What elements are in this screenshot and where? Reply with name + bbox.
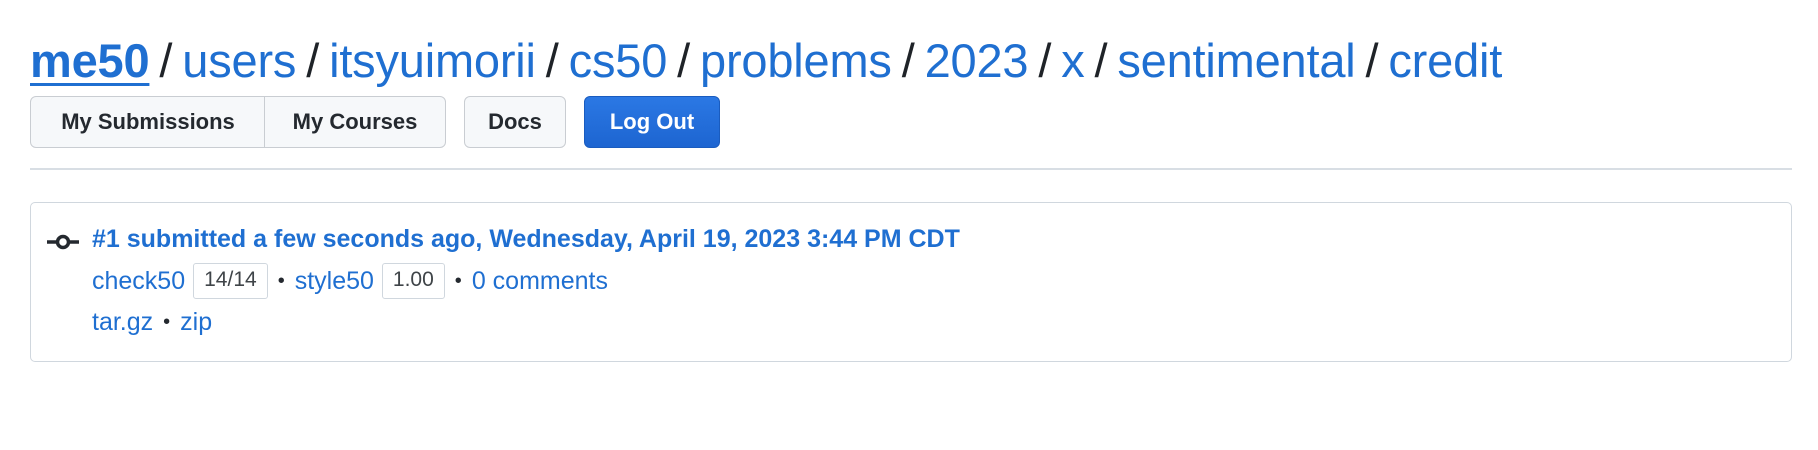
breadcrumb-separator: / [159,34,173,87]
check50-link[interactable]: check50 [92,263,185,299]
breadcrumb-separator: / [1038,34,1052,87]
divider [30,168,1792,170]
separator-dot: • [454,270,462,292]
breadcrumb-separator: / [306,34,320,87]
git-commit-icon [47,234,79,250]
breadcrumb-users[interactable]: users [182,34,296,87]
style50-link[interactable]: style50 [295,263,374,299]
download-targz-link[interactable]: tar.gz [92,304,153,340]
breadcrumb-separator: / [677,34,690,87]
breadcrumb-user[interactable]: itsyuimorii [329,34,536,87]
download-zip-link[interactable]: zip [180,304,212,340]
my-courses-button[interactable]: My Courses [264,96,446,148]
separator-dot: • [163,311,171,333]
log-out-button[interactable]: Log Out [584,96,720,148]
breadcrumb-course[interactable]: cs50 [569,34,668,87]
submission-card: #1 submitted a few seconds ago, Wednesda… [30,202,1792,362]
breadcrumb-problems[interactable]: problems [700,34,892,87]
breadcrumb-separator: / [1365,34,1379,87]
breadcrumb-sentimental[interactable]: sentimental [1117,34,1355,87]
breadcrumb-me50[interactable]: me50 [30,34,150,87]
check50-score-badge: 14/14 [193,263,268,299]
separator-dot: • [277,270,285,292]
my-submissions-button[interactable]: My Submissions [30,96,266,148]
breadcrumb-year[interactable]: 2023 [925,34,1029,87]
breadcrumb-separator: / [545,34,559,87]
breadcrumb-x[interactable]: x [1061,34,1085,87]
submission-title-link[interactable]: #1 submitted a few seconds ago, Wednesda… [92,221,960,257]
docs-button[interactable]: Docs [464,96,566,148]
breadcrumb-credit[interactable]: credit [1388,34,1502,87]
submission-results: check50 14/14 • style50 1.00 • 0 comment… [92,263,608,299]
style50-score-badge: 1.00 [381,263,445,299]
breadcrumb-separator: / [1094,34,1108,87]
breadcrumb-separator: / [901,34,915,87]
submission-downloads: tar.gz • zip [92,304,212,340]
comments-link[interactable]: 0 comments [472,263,608,299]
breadcrumb: me50/users / itsyuimorii / cs50/problems/202… [30,34,1502,88]
